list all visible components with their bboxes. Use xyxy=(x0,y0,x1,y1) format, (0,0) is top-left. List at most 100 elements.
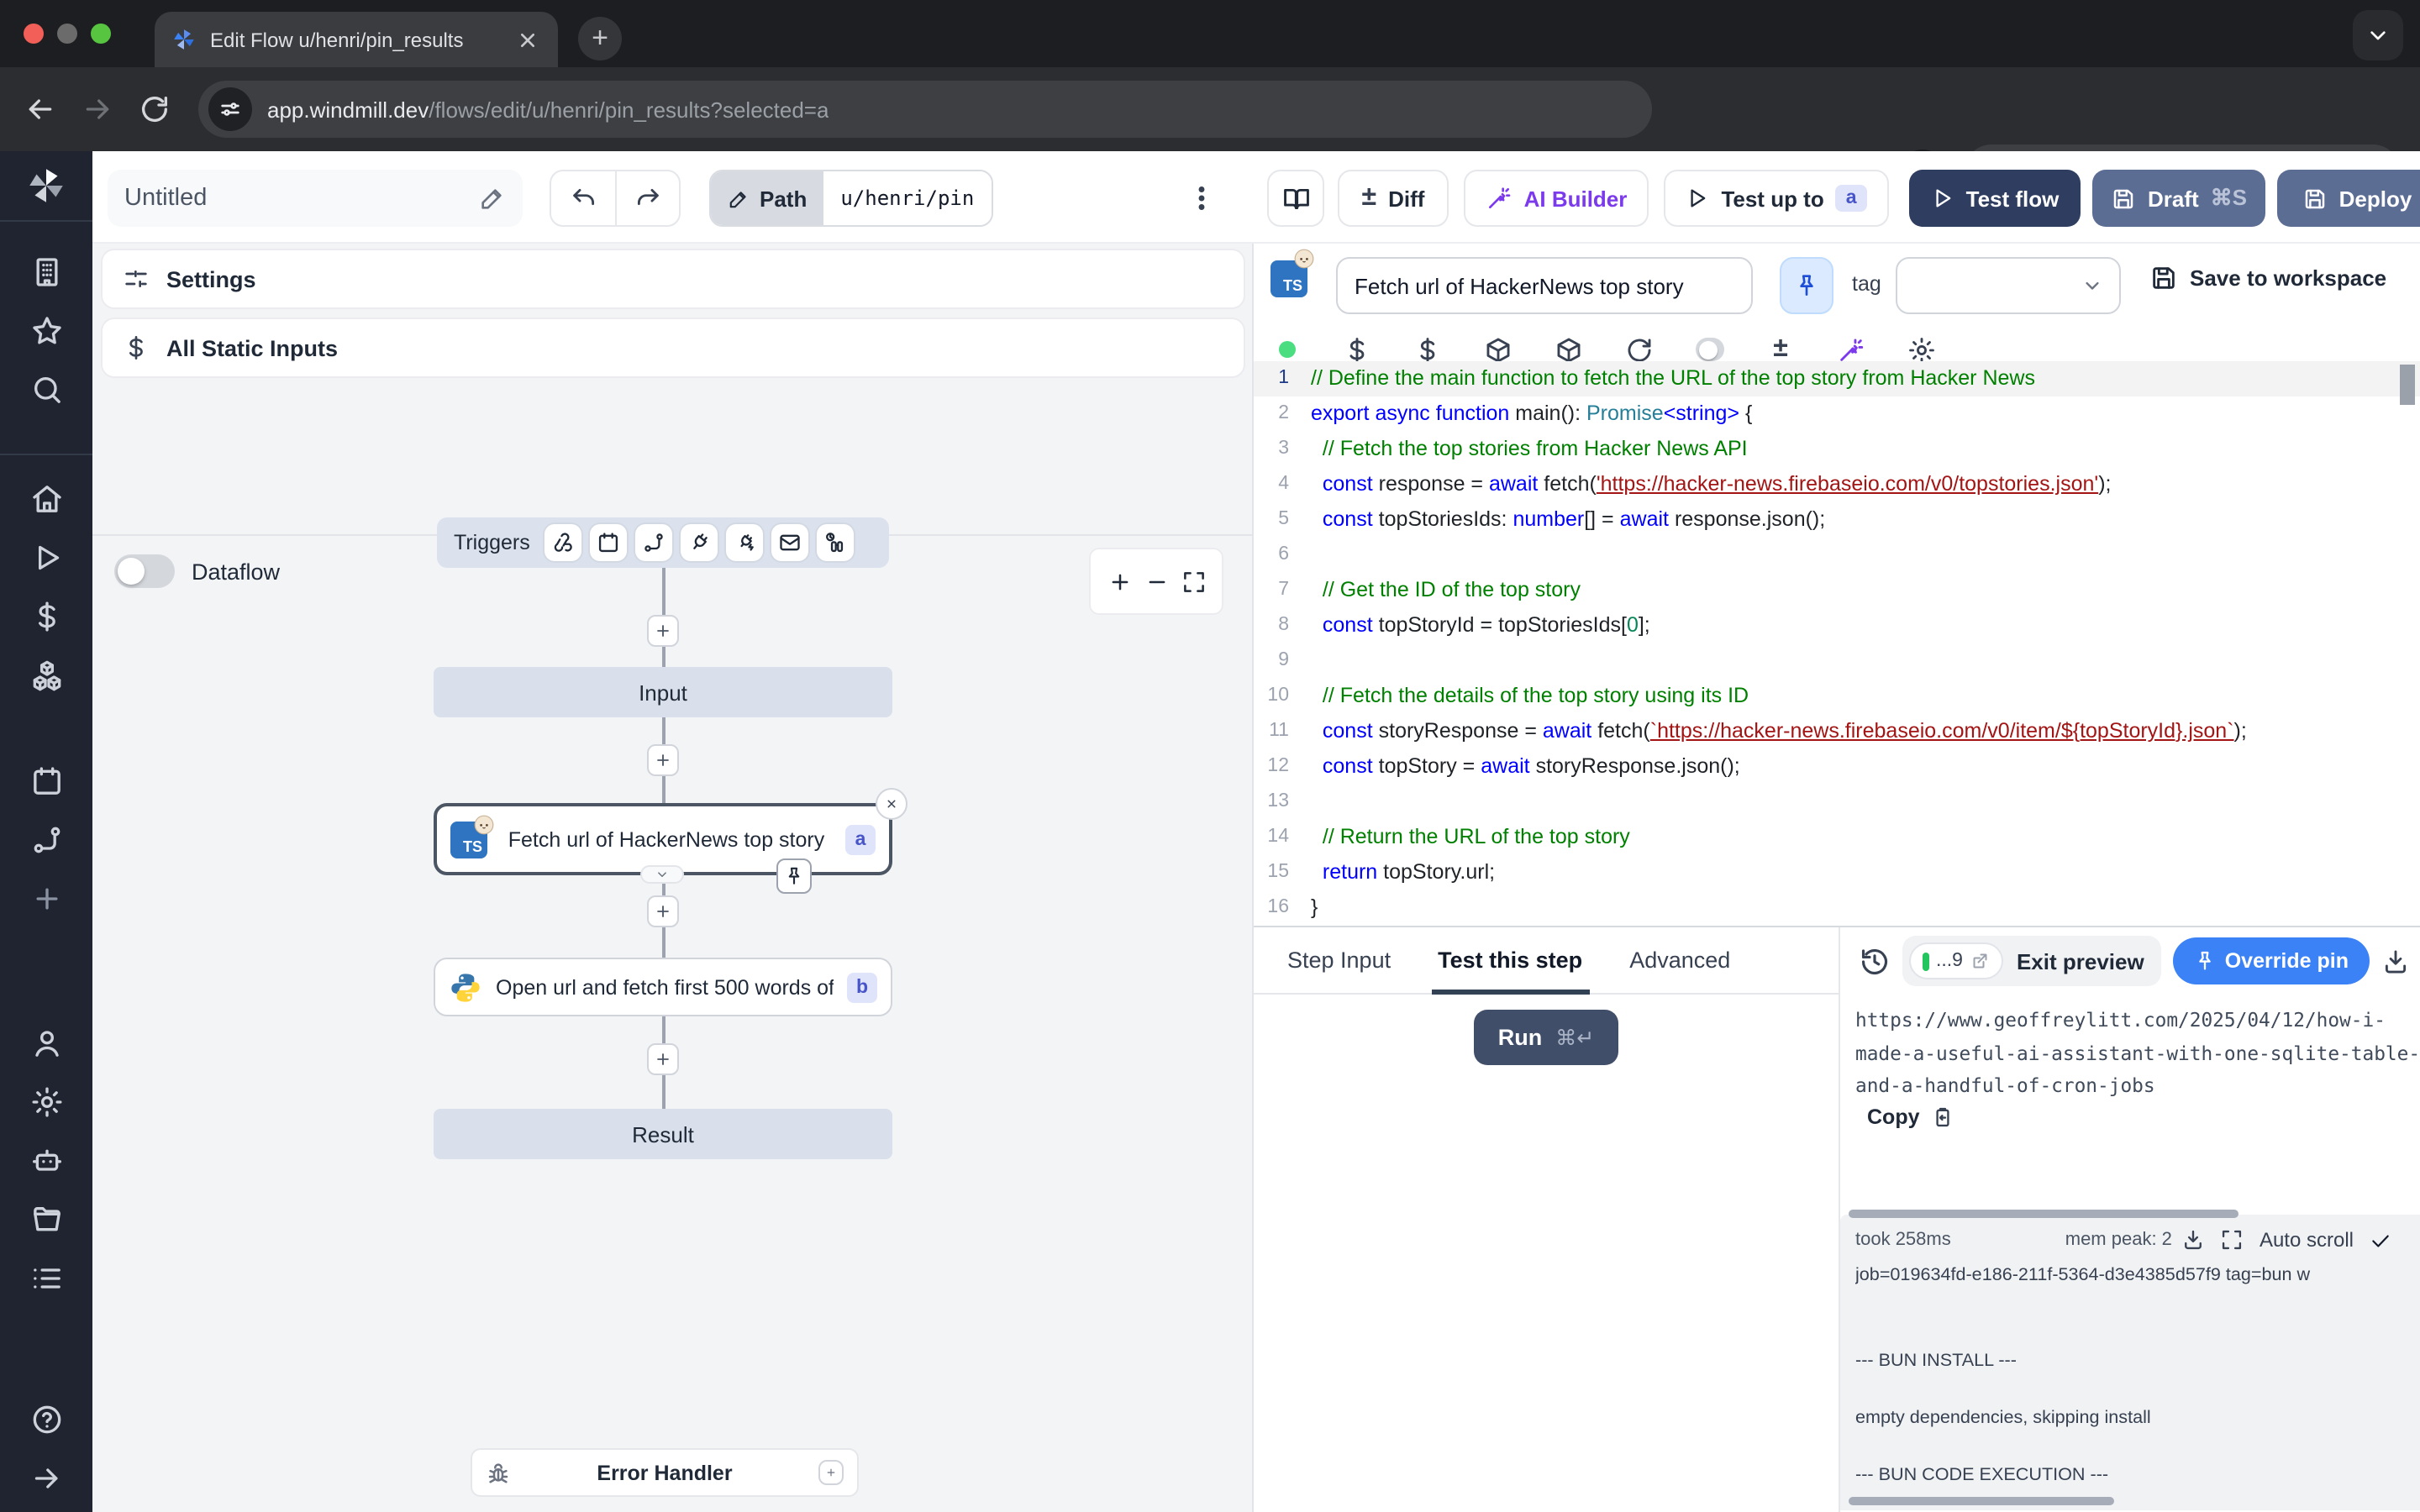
gear-icon[interactable] xyxy=(1907,335,1936,364)
download-logs-icon[interactable] xyxy=(2182,1228,2206,1252)
pin-badge-icon[interactable] xyxy=(776,858,812,894)
plus-icon[interactable] xyxy=(29,882,63,916)
window-maximize-button[interactable] xyxy=(91,24,111,44)
draft-button[interactable]: Draft⌘S xyxy=(2092,170,2265,227)
reload-icon[interactable] xyxy=(138,92,171,126)
ai-builder-button[interactable]: AI Builder xyxy=(1464,170,1649,227)
result-url[interactable]: https://www.geoffreylitt.com/2025/04/12/… xyxy=(1855,1005,2420,1103)
poll-icon[interactable] xyxy=(818,524,855,561)
input-node[interactable]: Input xyxy=(434,667,892,717)
mail-icon[interactable] xyxy=(772,524,809,561)
zoom-out-icon[interactable] xyxy=(1144,569,1169,594)
refresh-icon[interactable] xyxy=(1625,335,1654,364)
run-button[interactable]: Run ⌘↵ xyxy=(1474,1010,1618,1065)
library-icon[interactable] xyxy=(2383,331,2412,360)
folder-icon[interactable] xyxy=(29,1203,63,1236)
zoom-in-icon[interactable] xyxy=(1107,569,1132,594)
route-icon[interactable] xyxy=(636,524,673,561)
plug-icon[interactable] xyxy=(681,524,718,561)
add-step-button[interactable] xyxy=(647,615,679,647)
gear-icon[interactable] xyxy=(29,1085,63,1119)
dot-icon[interactable] xyxy=(1272,335,1301,364)
code-line[interactable]: 13 xyxy=(1254,785,2420,820)
calendar-icon[interactable] xyxy=(591,524,628,561)
redo-button[interactable] xyxy=(615,171,679,225)
arrow-right-icon[interactable] xyxy=(29,1462,63,1495)
edit-pencil-icon[interactable] xyxy=(479,185,506,212)
code-line[interactable]: 8 const topStoryId = topStoriesIds[0]; xyxy=(1254,608,2420,643)
building-icon[interactable] xyxy=(29,255,63,289)
dollar-icon[interactable] xyxy=(1413,335,1442,364)
window-close-button[interactable] xyxy=(24,24,44,44)
code-line[interactable]: 3 // Fetch the top stories from Hacker N… xyxy=(1254,432,2420,467)
wand-icon[interactable] xyxy=(1837,335,1865,364)
user-icon[interactable] xyxy=(29,1026,63,1060)
code-line[interactable]: 7 // Get the ID of the top story xyxy=(1254,573,2420,608)
collapse-step-icon[interactable] xyxy=(640,865,684,884)
add-step-button[interactable] xyxy=(647,895,679,927)
code-line[interactable]: 10 // Fetch the details of the top story… xyxy=(1254,679,2420,714)
route-icon[interactable] xyxy=(29,823,63,857)
list-icon[interactable] xyxy=(29,1262,63,1295)
dataflow-toggle[interactable] xyxy=(114,554,175,588)
window-minimize-button[interactable] xyxy=(57,24,77,44)
home-icon[interactable] xyxy=(29,482,63,516)
forward-icon[interactable] xyxy=(81,92,114,126)
error-handler-node[interactable]: Error Handler xyxy=(471,1448,859,1497)
url-input[interactable]: app.windmill.dev/flows/edit/u/henri/pin_… xyxy=(198,81,1652,138)
docs-button[interactable] xyxy=(1267,170,1324,227)
flow-step-node-b[interactable]: Open url and fetch first 500 words of ..… xyxy=(434,958,892,1016)
tab-test-this-step[interactable]: Test this step xyxy=(1438,927,1582,994)
editor-scrollbar[interactable] xyxy=(2400,365,2415,405)
calendar-icon[interactable] xyxy=(29,764,63,798)
code-line[interactable]: 2export async function main(): Promise<s… xyxy=(1254,396,2420,432)
code-line[interactable]: 1// Define the main function to fetch th… xyxy=(1254,361,2420,396)
add-step-button[interactable] xyxy=(647,744,679,776)
star-icon[interactable] xyxy=(29,314,63,348)
code-line[interactable]: 4 const response = await fetch('https://… xyxy=(1254,467,2420,502)
remove-step-icon[interactable] xyxy=(876,788,908,820)
diff-button[interactable]: ±Diff xyxy=(1338,170,1449,227)
save-to-workspace-button[interactable]: Save to workspace xyxy=(2149,264,2386,292)
add-error-handler-icon[interactable] xyxy=(818,1460,844,1485)
code-line[interactable]: 9 xyxy=(1254,643,2420,679)
new-tab-button[interactable]: + xyxy=(578,17,622,60)
path-chip[interactable]: Path u/henri/pin xyxy=(709,170,992,227)
code-line[interactable]: 12 const topStory = await storyResponse.… xyxy=(1254,749,2420,785)
copy-button[interactable]: Copy xyxy=(1867,1105,1955,1129)
download-result-icon[interactable] xyxy=(2381,947,2409,975)
code-line[interactable]: 5 const topStoriesIds: number[] = await … xyxy=(1254,502,2420,538)
browser-tab[interactable]: Edit Flow u/henri/pin_results xyxy=(155,12,558,67)
tab-close-icon[interactable] xyxy=(514,26,541,53)
more-menu-icon[interactable] xyxy=(1186,178,1217,218)
expand-logs-icon[interactable] xyxy=(2221,1228,2244,1252)
diff-icon[interactable]: ± xyxy=(1766,335,1795,364)
test-flow-button[interactable]: Test flow xyxy=(1909,170,2081,227)
pin-button[interactable] xyxy=(1780,257,1833,314)
site-info-icon[interactable] xyxy=(208,87,252,131)
fit-view-icon[interactable] xyxy=(1181,569,1206,594)
override-pin-button[interactable]: Override pin xyxy=(2173,937,2369,984)
undo-button[interactable] xyxy=(551,171,615,225)
webhook-icon[interactable] xyxy=(545,524,582,561)
plug-zap-icon[interactable] xyxy=(727,524,764,561)
result-node[interactable]: Result xyxy=(434,1109,892,1159)
log-scrollbar-bottom[interactable] xyxy=(1849,1497,2114,1505)
play-icon[interactable] xyxy=(29,541,63,575)
code-line[interactable]: 16} xyxy=(1254,890,2420,926)
exit-preview-button[interactable]: Exit preview xyxy=(2017,948,2144,974)
history-icon[interactable] xyxy=(1859,945,1891,977)
test-up-to-button[interactable]: Test up toa xyxy=(1664,170,1889,227)
tag-select[interactable] xyxy=(1896,257,2121,314)
code-line[interactable]: 11 const storyResponse = await fetch(`ht… xyxy=(1254,714,2420,749)
tab-advanced[interactable]: Advanced xyxy=(1629,927,1730,994)
check-icon[interactable] xyxy=(2369,1229,2391,1251)
dollar-icon[interactable] xyxy=(29,600,63,633)
static-inputs-bar[interactable]: All Static Inputs xyxy=(101,318,1245,378)
step-title-input[interactable]: Fetch url of HackerNews top story xyxy=(1336,257,1753,314)
log-scrollbar-top[interactable] xyxy=(1849,1210,2238,1218)
triggers-node[interactable]: Triggers xyxy=(437,517,889,568)
code-line[interactable]: 6 xyxy=(1254,538,2420,573)
package-icon[interactable] xyxy=(1484,335,1512,364)
dollar-icon[interactable] xyxy=(1343,335,1371,364)
